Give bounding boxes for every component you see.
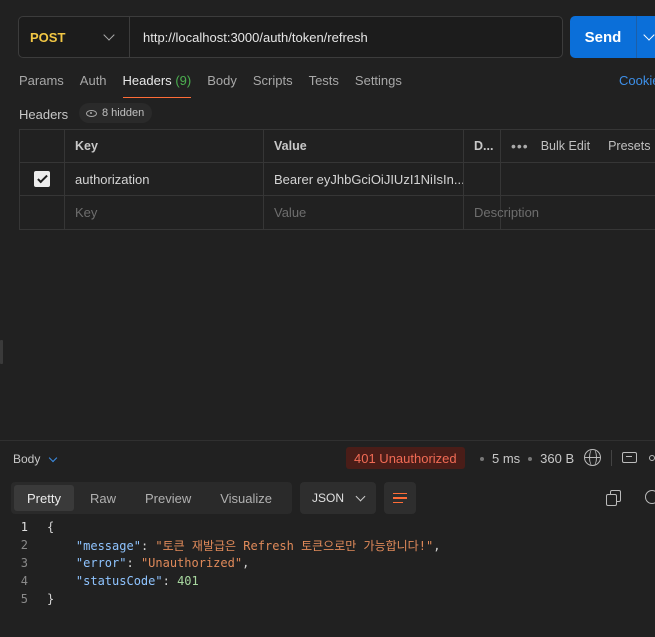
hidden-headers-toggle[interactable]: 8 hidden <box>79 103 153 123</box>
code-text: "message": "토큰 재발급은 Refresh 토큰으로만 가능합니다!… <box>75 538 441 553</box>
tab-headers-count: (9) <box>175 73 192 88</box>
header-check-col <box>20 130 65 162</box>
code-text: "error": "Unauthorized", <box>75 556 250 570</box>
status-badge[interactable]: 401 Unauthorized <box>346 447 465 469</box>
pane-divider[interactable] <box>0 440 655 441</box>
table-header-row: Key Value D... ••• Bulk Edit Presets <box>20 130 655 163</box>
url-input[interactable] <box>130 29 562 45</box>
request-tabs: Params Auth Headers (9) Body Scripts Tes… <box>19 73 418 98</box>
tab-headers-label: Headers <box>122 73 172 88</box>
json-number: 401 <box>177 574 199 588</box>
request-url-bar: POST <box>18 16 563 58</box>
response-size[interactable]: 360 B <box>540 451 574 466</box>
code-line: 2 "message": "토큰 재발급은 Refresh 토큰으로만 가능합니… <box>0 536 655 554</box>
wrap-icon-line <box>393 497 407 499</box>
tab-tests[interactable]: Tests <box>309 73 339 97</box>
wrap-lines-button[interactable] <box>384 482 416 514</box>
presets-dropdown[interactable]: Presets <box>608 139 650 153</box>
response-body-dropdown[interactable]: Body <box>13 452 58 466</box>
cookies-link[interactable]: Cookies <box>619 73 655 88</box>
view-tab-visualize[interactable]: Visualize <box>207 485 285 511</box>
column-header-key: Key <box>65 130 264 162</box>
line-number: 5 <box>20 592 28 606</box>
table-row: authorization Bearer eyJhbGciOiJIUzI1NiI… <box>20 163 655 196</box>
table-actions: ••• Bulk Edit Presets <box>501 130 655 162</box>
tab-auth[interactable]: Auth <box>80 73 107 97</box>
format-label: JSON <box>312 491 345 505</box>
response-meta: 5 ms 360 B <box>472 451 574 466</box>
json-key: "message" <box>75 538 141 553</box>
eye-icon <box>86 109 97 117</box>
sidebar-resize-handle[interactable] <box>0 340 3 364</box>
response-body-label: Body <box>13 452 41 466</box>
line-number: 2 <box>20 538 28 552</box>
row-spacer <box>501 163 655 195</box>
headers-table: Key Value D... ••• Bulk Edit Presets aut… <box>19 129 655 230</box>
header-key-cell[interactable]: authorization <box>65 163 264 195</box>
chevron-down-icon <box>49 453 58 462</box>
chevron-down-icon <box>355 491 366 501</box>
wrap-icon-line <box>393 501 403 504</box>
bulk-edit-button[interactable]: Bulk Edit <box>541 139 590 153</box>
code-text: "statusCode": 401 <box>75 574 199 588</box>
tab-body[interactable]: Body <box>207 73 237 97</box>
save-response-icon[interactable] <box>622 452 637 463</box>
tab-scripts[interactable]: Scripts <box>253 73 293 97</box>
json-string: "Unauthorized" <box>140 556 243 570</box>
more-options-icon[interactable]: ••• <box>511 138 529 154</box>
new-value-input[interactable]: Value <box>264 196 464 229</box>
hidden-count-label: 8 hidden <box>102 107 145 119</box>
divider <box>611 450 612 466</box>
header-enabled-checkbox[interactable] <box>34 171 50 187</box>
tab-params[interactable]: Params <box>19 73 64 97</box>
search-icon[interactable] <box>645 490 655 504</box>
response-time[interactable]: 5 ms <box>492 451 520 466</box>
separator-dot <box>480 456 484 461</box>
row-spacer <box>501 196 655 229</box>
code-line: 4 "statusCode": 401 <box>0 572 655 590</box>
separator-dot <box>528 456 533 461</box>
method-label: POST <box>30 29 66 45</box>
table-row-new: Key Value Description <box>20 196 655 229</box>
code-line: 1 { <box>0 518 655 536</box>
code-text: { <box>47 520 55 534</box>
response-view-tabs: Pretty Raw Preview Visualize <box>11 482 292 514</box>
line-number: 1 <box>20 520 28 534</box>
code-text: } <box>47 592 55 606</box>
wrap-icon <box>393 492 407 495</box>
format-dropdown[interactable]: JSON <box>300 482 376 514</box>
code-line: 5 } <box>0 590 655 608</box>
send-label: Send <box>584 28 622 46</box>
code-line: 3 "error": "Unauthorized", <box>0 554 655 572</box>
send-button[interactable]: Send <box>570 16 655 58</box>
response-code-view[interactable]: 1 { 2 "message": "토큰 재발급은 Refresh 토큰으로만 … <box>0 518 655 608</box>
method-dropdown[interactable]: POST <box>19 17 130 57</box>
header-value-cell[interactable]: Bearer eyJhbGciOiJIUzI1NiIsIn... <box>264 163 464 195</box>
json-key: "statusCode" <box>75 574 163 588</box>
headers-title: Headers <box>19 107 69 122</box>
check-icon <box>36 172 48 184</box>
tab-headers[interactable]: Headers (9) <box>122 73 192 98</box>
new-description-input[interactable]: Description <box>464 196 539 229</box>
more-options-icon[interactable] <box>649 455 655 461</box>
row-check-cell <box>20 196 65 229</box>
view-tab-pretty[interactable]: Pretty <box>14 485 74 511</box>
json-string: "토큰 재발급은 Refresh 토큰으로만 가능합니다!" <box>155 538 434 553</box>
json-key: "error" <box>75 556 127 570</box>
view-tab-raw[interactable]: Raw <box>77 485 129 511</box>
column-header-description: D... <box>464 130 501 162</box>
header-description-cell[interactable] <box>464 163 501 195</box>
column-header-value: Value <box>264 130 464 162</box>
line-number: 4 <box>20 574 28 588</box>
globe-icon[interactable] <box>584 449 601 466</box>
copy-icon[interactable] <box>606 490 621 506</box>
row-check-cell <box>20 163 65 195</box>
chevron-down-icon[interactable] <box>643 29 655 41</box>
line-number: 3 <box>20 556 28 570</box>
send-divider <box>636 16 637 58</box>
chevron-down-icon <box>103 29 115 41</box>
view-tab-preview[interactable]: Preview <box>132 485 204 511</box>
tab-settings[interactable]: Settings <box>355 73 402 97</box>
new-key-input[interactable]: Key <box>65 196 264 229</box>
